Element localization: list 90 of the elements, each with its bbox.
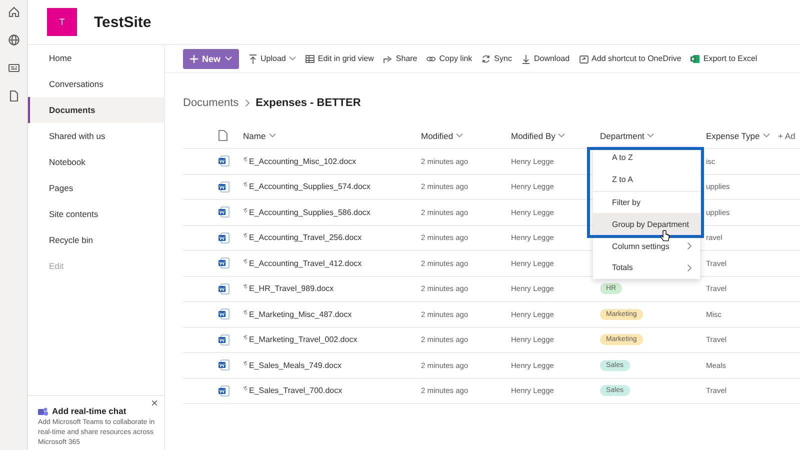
chevron-right-icon — [687, 264, 692, 272]
new-file-icon — [243, 258, 248, 264]
word-document-icon — [218, 282, 230, 295]
chat-card-title: Add real-time chat — [52, 406, 126, 416]
menu-item[interactable]: A to Z — [593, 147, 700, 169]
word-document-icon — [218, 232, 230, 244]
column-header[interactable]: Name — [243, 130, 421, 140]
chevron-right-icon — [244, 99, 250, 107]
breadcrumb-current: Expenses - BETTER — [256, 97, 361, 109]
shortcut-icon — [578, 54, 589, 64]
file-name-link[interactable]: E_HR_Travel_989.docx — [249, 284, 334, 294]
new-file-icon — [243, 182, 248, 188]
nav-item[interactable]: Recycle bin — [28, 227, 164, 253]
nav-item[interactable]: Conversations — [28, 71, 164, 97]
command-button[interactable]: Edit in grid view — [304, 54, 374, 64]
nav-item[interactable]: Documents — [28, 97, 164, 123]
add-column-button[interactable]: + Ad — [778, 130, 800, 140]
command-button[interactable]: Copy link — [426, 54, 472, 64]
word-document-icon — [218, 384, 230, 397]
file-name-link[interactable]: E_Sales_Travel_700.docx — [249, 386, 342, 396]
command-button[interactable]: Share — [382, 54, 418, 64]
file-name-link[interactable]: E_Accounting_Travel_412.docx — [249, 258, 362, 268]
teams-icon — [38, 406, 48, 416]
file-name-link[interactable]: E_Accounting_Misc_102.docx — [249, 156, 356, 166]
new-file-icon — [243, 233, 248, 238]
caret-icon — [647, 133, 654, 138]
command-button[interactable]: Download — [520, 54, 570, 64]
word-document-icon — [218, 334, 230, 346]
word-document-icon — [218, 257, 230, 270]
new-file-icon — [243, 208, 248, 213]
breadcrumb-link[interactable]: Documents — [183, 97, 239, 109]
site-logo[interactable]: T — [47, 8, 77, 36]
word-document-icon — [218, 206, 230, 218]
new-file-icon — [243, 386, 248, 392]
command-button[interactable]: Upload — [248, 54, 296, 64]
word-document-icon — [218, 155, 230, 168]
menu-item[interactable]: Column settings — [593, 235, 700, 257]
file-type-icon — [218, 130, 228, 141]
menu-item[interactable]: Z to A — [593, 168, 700, 192]
menu-item[interactable]: Group by Department — [593, 213, 700, 236]
nav-item[interactable]: Site contents — [28, 201, 164, 227]
new-file-icon — [243, 156, 248, 162]
file-name-link[interactable]: E_Marketing_Travel_002.docx — [249, 335, 358, 344]
nav-item[interactable]: Notebook — [28, 149, 164, 175]
news-icon[interactable] — [8, 62, 20, 74]
download-icon — [520, 54, 531, 64]
file-icon[interactable] — [8, 90, 20, 102]
caret-icon — [456, 133, 464, 138]
new-file-icon — [243, 335, 248, 340]
plus-icon — [190, 54, 198, 62]
grid-icon — [304, 54, 315, 64]
sync-icon — [481, 54, 492, 64]
command-button[interactable]: Export to Excel — [690, 54, 758, 64]
caret-icon — [224, 56, 232, 61]
close-button[interactable]: × — [150, 396, 158, 410]
new-file-icon — [243, 360, 248, 366]
file-name-link[interactable]: E_Accounting_Supplies_574.docx — [249, 182, 370, 192]
caret-icon — [268, 133, 276, 138]
caret-icon — [288, 56, 296, 61]
share-icon — [382, 54, 393, 64]
column-header[interactable]: Modified By — [511, 130, 600, 140]
new-file-icon — [243, 284, 248, 290]
nav-item[interactable]: Home — [28, 45, 164, 71]
column-header[interactable]: Department — [600, 130, 706, 140]
site-title[interactable]: TestSite — [94, 14, 152, 30]
globe-icon[interactable] — [8, 34, 20, 46]
command-button[interactable]: Sync — [481, 54, 512, 64]
upload-icon — [248, 54, 258, 64]
new-file-icon — [243, 310, 248, 315]
new-button[interactable]: New — [183, 48, 239, 68]
word-document-icon — [218, 308, 230, 320]
word-document-icon — [218, 180, 230, 193]
menu-item[interactable]: Filter by — [593, 192, 700, 214]
column-header[interactable]: Modified — [421, 130, 511, 140]
home-icon[interactable] — [8, 6, 20, 18]
file-name-link[interactable]: E_Accounting_Travel_256.docx — [249, 233, 362, 242]
excel-icon — [690, 54, 700, 64]
file-name-link[interactable]: E_Marketing_Misc_487.docx — [249, 310, 352, 319]
nav-item[interactable]: Shared with us — [28, 123, 164, 149]
menu-item[interactable]: Totals — [593, 256, 700, 279]
caret-icon — [558, 133, 566, 138]
nav-item[interactable]: Pages — [28, 175, 164, 201]
file-name-link[interactable]: E_Accounting_Supplies_586.docx — [249, 208, 370, 217]
chevron-right-icon — [687, 242, 692, 250]
column-header[interactable]: Expense Type — [706, 130, 778, 140]
file-name-link[interactable]: E_Sales_Meals_749.docx — [249, 360, 342, 370]
hand-cursor-icon — [660, 230, 670, 242]
command-button[interactable]: Add shortcut to OneDrive — [578, 54, 682, 64]
word-document-icon — [218, 359, 230, 372]
caret-icon — [762, 133, 770, 138]
